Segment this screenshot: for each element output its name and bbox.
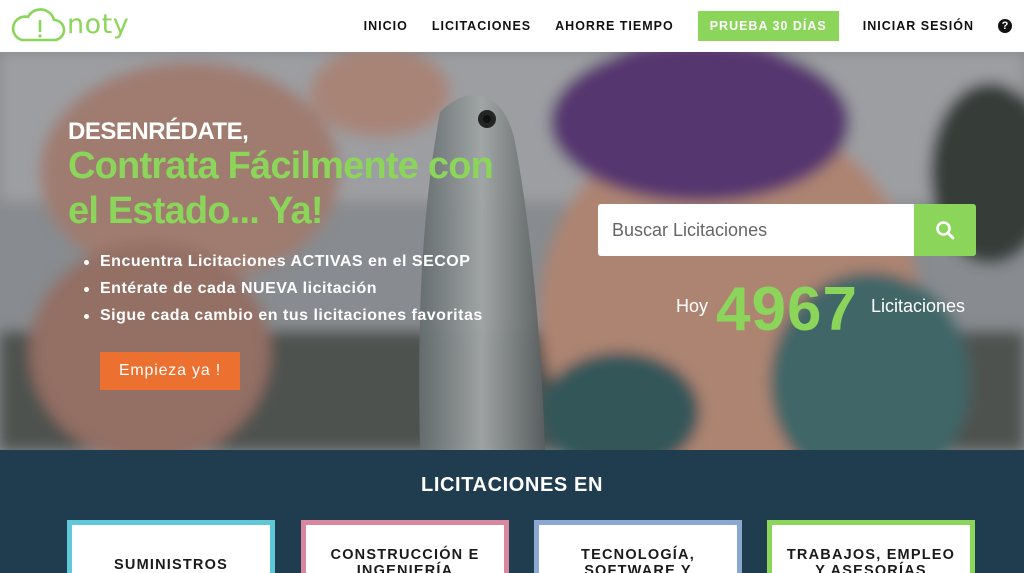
login-link[interactable]: INICIAR SESIÓN bbox=[863, 19, 974, 33]
list-item: Encuentra Licitaciones ACTIVAS en el SEC… bbox=[84, 253, 483, 271]
category-card-trabajos[interactable]: TRABAJOS, EMPLEO Y ASESORÍAS bbox=[767, 520, 975, 573]
hero-headline: Contrata Fácilmente con el Estado... Ya! bbox=[68, 145, 494, 232]
nav-ahorre-tiempo[interactable]: AHORRE TIEMPO bbox=[555, 19, 674, 33]
category-label: SUMINISTROS bbox=[114, 557, 228, 573]
category-card-tecnologia[interactable]: TECNOLOGÍA, SOFTWARE Y bbox=[534, 520, 742, 573]
cloud-alert-icon bbox=[11, 8, 66, 42]
categories-title: LICITACIONES EN bbox=[421, 474, 603, 496]
search-icon bbox=[936, 221, 955, 240]
category-card-construccion[interactable]: CONSTRUCCIÓN E INGENIERÍA bbox=[301, 520, 509, 573]
search-input[interactable] bbox=[598, 204, 914, 256]
list-item: Entérate de cada NUEVA licitación bbox=[84, 280, 483, 298]
list-item: Sigue cada cambio en tus licitaciones fa… bbox=[84, 307, 483, 325]
count-value: 4967 bbox=[716, 275, 858, 344]
category-card-suministros[interactable]: SUMINISTROS bbox=[67, 520, 275, 573]
feature-list: Encuentra Licitaciones ACTIVAS en el SEC… bbox=[84, 253, 483, 334]
brand-name: noty bbox=[67, 9, 130, 40]
category-label: TECNOLOGÍA, SOFTWARE Y bbox=[581, 547, 695, 573]
category-label: TRABAJOS, EMPLEO Y ASESORÍAS bbox=[786, 547, 956, 573]
nav-inicio[interactable]: INICIO bbox=[364, 19, 408, 33]
tender-count: Hoy 4967 Licitaciones bbox=[676, 274, 996, 344]
top-navbar: noty INICIO LICITACIONES AHORRE TIEMPO P… bbox=[0, 0, 1024, 52]
question-circle-icon[interactable]: ? bbox=[998, 19, 1012, 33]
categories-section: LICITACIONES EN SUMINISTROS CONSTRUCCIÓN… bbox=[0, 450, 1024, 573]
count-prefix: Hoy bbox=[676, 296, 709, 316]
main-nav: INICIO LICITACIONES AHORRE TIEMPO PRUEBA… bbox=[340, 11, 1012, 41]
count-suffix: Licitaciones bbox=[871, 296, 966, 316]
hero-section: DESENRÉDATE, Contrata Fácilmente con el … bbox=[0, 52, 1024, 450]
trial-button[interactable]: PRUEBA 30 DÍAS bbox=[697, 11, 839, 41]
category-label: CONSTRUCCIÓN E INGENIERÍA bbox=[330, 547, 480, 573]
logo[interactable]: noty bbox=[10, 8, 129, 44]
hero-tagline-top: DESENRÉDATE, bbox=[68, 118, 249, 145]
start-now-button[interactable]: Empieza ya ! bbox=[100, 352, 240, 390]
nav-licitaciones[interactable]: LICITACIONES bbox=[432, 19, 531, 33]
search-bar bbox=[598, 204, 976, 256]
search-button[interactable] bbox=[914, 204, 976, 256]
